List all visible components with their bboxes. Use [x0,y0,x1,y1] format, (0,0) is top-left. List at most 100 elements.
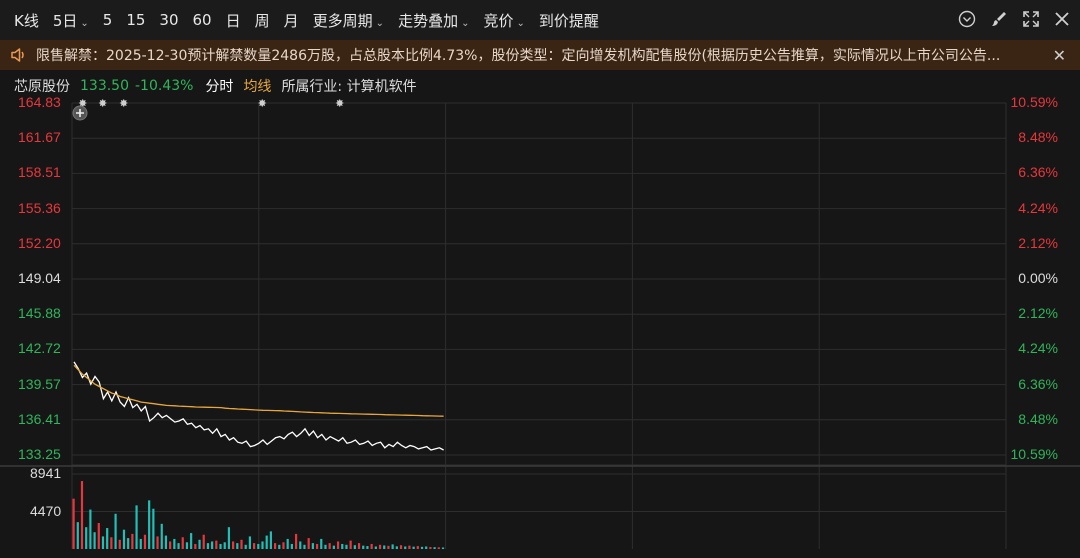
pct-tick-label: 10.59% [1010,94,1058,110]
volume-bar [257,543,260,549]
volume-bar [148,500,151,549]
price-tick-label: 136.41 [18,410,61,427]
volume-bar [425,546,428,549]
volume-bar [269,531,272,549]
volume-bar [399,545,403,549]
volume-bar [127,538,130,549]
notice-close-icon[interactable]: ✕ [1053,46,1066,65]
pct-tick-label: 2.12% [1018,305,1058,322]
period-tab-6[interactable]: 日 [226,10,241,31]
volume-bar [395,546,398,549]
volume-bar [85,527,88,549]
brush-icon[interactable] [990,10,1008,28]
volume-bar [336,541,340,549]
unlock-notice-bar[interactable]: 限售解禁：2025-12-30预计解禁数量2486万股，占总股本比例4.73%，… [0,40,1080,70]
period-tab-7[interactable]: 周 [255,10,270,31]
period-toolbar: K线 5日 ⌄ 5 15 30 60 日周月更多周期 ⌄ 走势叠加 ⌄ 竞价 ⌄ 到价提醒 [0,0,1080,40]
period-tab-2[interactable]: 5 [103,11,113,29]
stock-name: 芯原股份 [14,79,70,95]
pct-tick-label: 10.59% [1010,446,1058,462]
period-tab-4[interactable]: 30 [159,11,178,29]
volume-bar [294,533,298,549]
volume-bar [110,537,113,549]
volume-bar [437,547,440,549]
period-tab-label: 更多周期 [312,11,373,30]
volume-bar [370,543,373,549]
price-tick-label: 139.57 [18,375,61,392]
period-tab-3[interactable]: 15 [126,11,145,29]
period-tab-label: 周 [254,11,270,30]
volume-bar [366,546,369,549]
period-tab-12[interactable]: 到价提醒 [539,10,599,31]
expand-icon[interactable] [1022,10,1040,28]
price-tick-label: 149.04 [18,270,61,286]
volume-bar [106,528,109,549]
period-tab-5[interactable]: 60 [193,11,212,29]
pct-tick-label: 4.24% [1018,199,1058,216]
volume-bar [357,543,361,549]
period-tabs: K线 5日 ⌄ 5 15 30 60 日周月更多周期 ⌄ 走势叠加 ⌄ 竞价 ⌄ 到价提醒 [0,10,599,31]
volume-bar [223,542,226,549]
circle-chevron-down-icon[interactable] [958,10,976,28]
volume-bar [307,538,310,549]
volume-bar [315,543,319,549]
pct-tick-label: 2.12% [1018,234,1058,251]
price-tick-label: 152.20 [18,234,61,251]
volume-tick-label: 8941 [30,465,62,481]
volume-bar [387,545,390,549]
volume-bar [97,522,100,549]
volume-bar [240,539,243,549]
volume-bar [265,535,268,549]
price-tick-label: 158.51 [18,164,61,181]
period-tab-label: K线 [14,11,39,30]
close-icon[interactable] [1054,11,1070,27]
volume-bar [324,544,327,549]
chevron-down-icon: ⌄ [375,17,385,29]
volume-bar [320,538,323,549]
period-tab-10[interactable]: 走势叠加 ⌄ [398,10,469,31]
volume-bar [433,547,436,549]
volume-bar [328,543,331,549]
period-tab-8[interactable]: 月 [284,10,299,31]
volume-bar [332,545,335,549]
volume-bar [114,513,117,549]
volume-bar [227,527,231,549]
price-tick-label: 155.36 [18,199,61,216]
volume-bar [429,546,432,549]
period-tab-label: 5 [102,11,113,29]
intraday-chart[interactable]: ✸ ✸ ✸ ✸ ✸ [0,95,1080,558]
period-tab-0[interactable]: K线 [14,10,39,31]
volume-bar [169,541,172,549]
volume-bar [408,545,411,549]
volume-bar [244,544,247,549]
volume-bar [253,543,256,549]
price-tick-label: 164.83 [18,94,61,110]
volume-bar [345,544,348,549]
volume-bar [236,543,239,549]
volume-bar [202,534,205,549]
period-tab-1[interactable]: 5日 ⌄ [53,10,89,31]
volume-bar [181,537,184,549]
volume-bar [378,544,382,549]
volume-bar [362,545,365,549]
period-tab-9[interactable]: 更多周期 ⌄ [313,10,384,31]
volume-bar [278,544,281,549]
period-tab-11[interactable]: 竞价 ⌄ [483,10,524,31]
volume-bar [416,546,419,549]
pct-tick-label: 6.36% [1018,375,1058,392]
volume-bar [215,540,218,549]
avg-line-toggle[interactable]: 均线 [243,76,271,96]
intraday-tab[interactable]: 分时 [205,76,233,96]
volume-tick-label: 4470 [30,503,62,519]
volume-bar [185,542,189,549]
unlock-notice-text: 限售解禁：2025-12-30预计解禁数量2486万股，占总股本比例4.73%，… [36,48,1001,64]
period-tab-label: 60 [192,11,212,29]
volume-bar [72,498,75,549]
volume-bar [143,534,147,549]
period-tab-label: 走势叠加 [398,11,459,30]
stock-price: 133.50 [80,78,129,94]
pct-tick-label: 6.36% [1018,164,1058,181]
volume-bar [152,508,155,549]
chevron-down-icon: ⌄ [461,17,470,29]
volume-bar [156,536,159,549]
